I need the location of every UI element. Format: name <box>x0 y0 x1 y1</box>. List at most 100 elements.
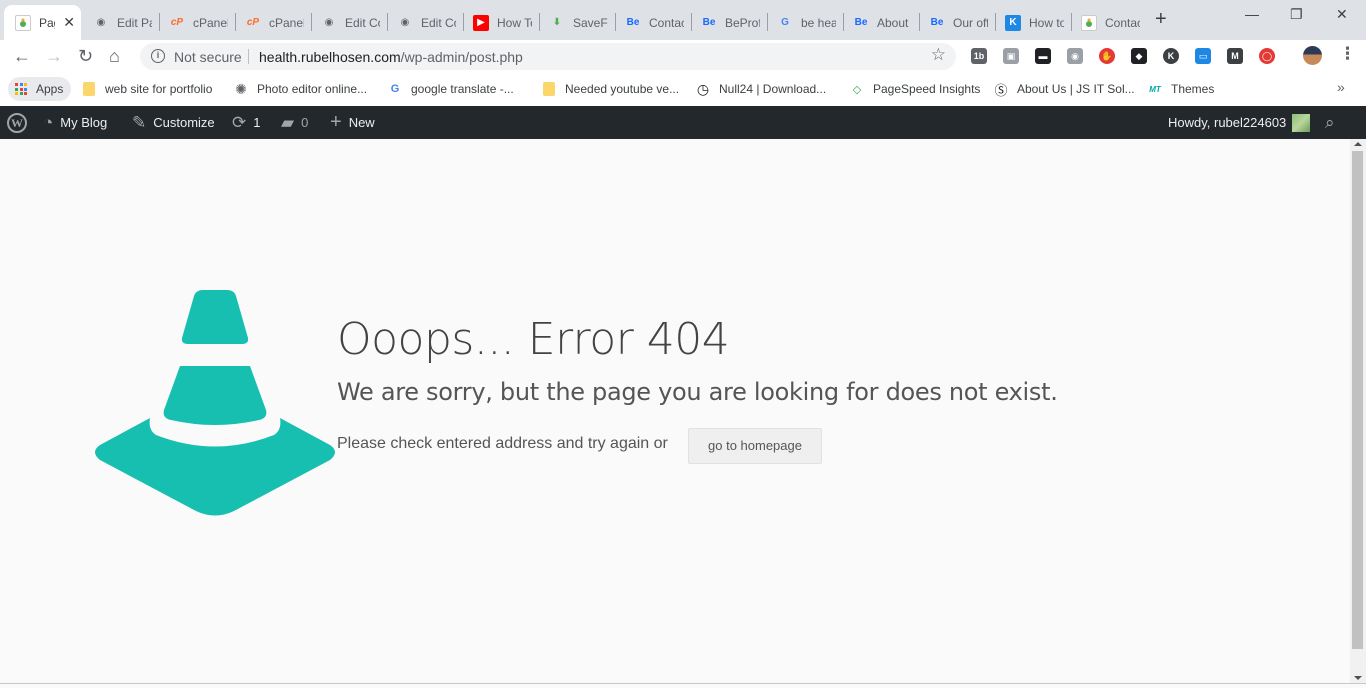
mt-icon: MT <box>1149 84 1161 94</box>
bookmark-star-icon[interactable]: ☆ <box>931 45 946 65</box>
updates-link[interactable]: ⟳ 1 <box>232 106 260 139</box>
omnibox-divider <box>248 49 249 64</box>
tab-our-office[interactable]: Be Our office <box>918 5 994 40</box>
opera-extension-icon[interactable]: ◯ <box>1259 48 1275 64</box>
bookmark-themes[interactable]: MT Themes <box>1147 80 1214 98</box>
camera-extension-icon[interactable]: ◉ <box>1067 48 1083 64</box>
tab-about[interactable]: Be About <box>842 5 918 40</box>
apps-button[interactable]: Apps <box>8 77 71 101</box>
bookmark-null24[interactable]: ◷ Null24 | Download... <box>695 80 826 98</box>
wp-admin-bar: W ◔ My Blog ✎ Customize ⟳ 1 ▰ 0 + New Ho… <box>0 106 1366 139</box>
bookmark-photo-editor[interactable]: ✺ Photo editor online... <box>233 80 367 98</box>
paintbrush-icon: ✎ <box>132 112 147 132</box>
tab-label: Contact <box>1105 15 1140 30</box>
behance-icon: Be <box>702 17 716 28</box>
page-scrollbar[interactable] <box>1350 139 1366 684</box>
tab-cpanel[interactable]: cP cPanel <box>158 5 234 40</box>
customize-label: Customize <box>153 115 215 130</box>
scroll-up-icon[interactable] <box>1354 142 1362 146</box>
minimize-icon[interactable]: — <box>1245 6 1259 22</box>
tab-label: SaveFrom <box>573 15 608 30</box>
bookmark-js-it[interactable]: Ⓢ About Us | JS IT Sol... <box>993 80 1134 98</box>
close-tab-icon[interactable]: ✕ <box>59 14 75 31</box>
tab-label: About <box>877 15 909 30</box>
tab-label: How To <box>497 15 532 30</box>
tab-label: Contact <box>649 15 684 30</box>
tab-beprofile[interactable]: Be BeProfile <box>690 5 766 40</box>
youtube-icon: ▶ <box>473 14 489 31</box>
tab-label: Edit Contact <box>345 15 380 30</box>
bookmark-google-translate[interactable]: G google translate -... <box>387 80 514 98</box>
more-bookmarks-icon[interactable]: » <box>1337 79 1345 95</box>
aperture-icon: ✺ <box>235 80 247 97</box>
search-icon: ⌕ <box>1325 112 1335 132</box>
tab-be-health[interactable]: G be health <box>766 5 842 40</box>
forward-arrow-icon[interactable]: → <box>45 45 63 67</box>
adblock-extension-icon[interactable]: ✋ <box>1099 48 1115 64</box>
restore-icon[interactable]: ❐ <box>1290 6 1303 23</box>
info-icon[interactable]: i <box>151 49 165 63</box>
back-arrow-icon[interactable]: ← <box>13 45 31 67</box>
tab-label: Edit Page <box>117 15 152 30</box>
profile-avatar-icon[interactable] <box>1303 46 1322 65</box>
cpanel-icon: cP <box>170 17 184 28</box>
tab-savefrom[interactable]: ⬇ SaveFrom <box>538 5 614 40</box>
browser-menu-icon[interactable]: ⋮ <box>1339 44 1356 64</box>
home-icon[interactable]: ⌂ <box>109 45 120 67</box>
tab-page-not-found[interactable]: Page Not Found ✕ <box>4 5 81 40</box>
comments-link[interactable]: ▰ 0 <box>281 106 308 139</box>
security-label[interactable]: Not secure <box>174 49 242 65</box>
url-text[interactable]: health.rubelhosen.com/wp-admin/post.php <box>259 49 523 65</box>
comments-count: 0 <box>301 115 309 130</box>
mask-extension-icon[interactable]: ▬ <box>1035 48 1051 64</box>
error-title: Ooops... Error 404 <box>337 314 730 365</box>
traffic-cone-icon <box>95 290 335 516</box>
scroll-down-icon[interactable] <box>1354 676 1362 680</box>
my-blog-menu[interactable]: ◔ My Blog <box>43 106 107 139</box>
m-extension-icon[interactable]: M <box>1227 48 1243 64</box>
admin-search[interactable]: ⌕ <box>1325 106 1335 139</box>
tab-label: cPanel <box>193 15 228 30</box>
k-extension-icon[interactable]: K <box>1163 48 1179 64</box>
greeting: Howdy, rubel224603 <box>1168 115 1287 130</box>
profile-extension-icon[interactable]: ▣ <box>1003 48 1019 64</box>
tab-cpanel-2[interactable]: cP cPanel <box>234 5 310 40</box>
go-to-homepage-button[interactable]: go to homepage <box>688 428 822 464</box>
customize-link[interactable]: ✎ Customize <box>132 106 215 139</box>
new-tab-icon[interactable]: + <box>1155 8 1167 31</box>
scroll-thumb[interactable] <box>1352 151 1363 649</box>
screen-extension-icon[interactable]: ▭ <box>1195 48 1211 64</box>
new-label: New <box>348 115 375 130</box>
browser-toolbar: ← → ↻ ⌂ i Not secure health.rubelhosen.c… <box>0 40 1366 72</box>
wordpress-icon: W <box>7 112 27 133</box>
bookmark-needed-youtube[interactable]: Needed youtube ve... <box>541 80 679 98</box>
cpanel-icon: cP <box>246 17 260 28</box>
tab-edit-contact[interactable]: ◉ Edit Contact <box>310 5 386 40</box>
address-bar[interactable]: i Not secure health.rubelhosen.com/wp-ad… <box>140 43 956 70</box>
bookmark-pagespeed[interactable]: ◇ PageSpeed Insights <box>849 80 981 98</box>
tab-label: How to <box>1029 15 1064 30</box>
new-content-menu[interactable]: + New <box>330 106 375 139</box>
comment-icon: ▰ <box>281 112 295 132</box>
account-menu[interactable]: Howdy, rubel224603 <box>1168 106 1311 139</box>
apps-label: Apps <box>36 82 64 96</box>
1b-extension-icon[interactable]: 1b <box>971 48 987 64</box>
wp-logo-menu[interactable]: W <box>7 106 27 139</box>
behance-icon: Be <box>930 17 944 28</box>
bookmark-label: PageSpeed Insights <box>873 82 981 96</box>
tab-how-to[interactable]: ▶ How To <box>462 5 538 40</box>
bookmark-label: Themes <box>1171 82 1215 96</box>
updates-count: 1 <box>253 115 261 130</box>
updates-icon: ⟳ <box>232 112 247 132</box>
bookmark-web-site-for-portfolio[interactable]: web site for portfolio <box>81 80 212 98</box>
close-window-icon[interactable]: ✕ <box>1336 6 1348 23</box>
tab-edit-page[interactable]: ◉ Edit Page <box>82 5 158 40</box>
cube-extension-icon[interactable]: ◆ <box>1131 48 1147 64</box>
k-icon: K <box>1005 14 1021 31</box>
tab-how-to-2[interactable]: K How to <box>994 5 1070 40</box>
tab-edit-contact-2[interactable]: ◉ Edit Contact <box>386 5 462 40</box>
tab-contact[interactable]: Be Contact <box>614 5 690 40</box>
tab-contact-2[interactable]: Contact <box>1070 5 1146 40</box>
reload-icon[interactable]: ↻ <box>78 45 93 67</box>
google-icon: G <box>781 17 789 28</box>
